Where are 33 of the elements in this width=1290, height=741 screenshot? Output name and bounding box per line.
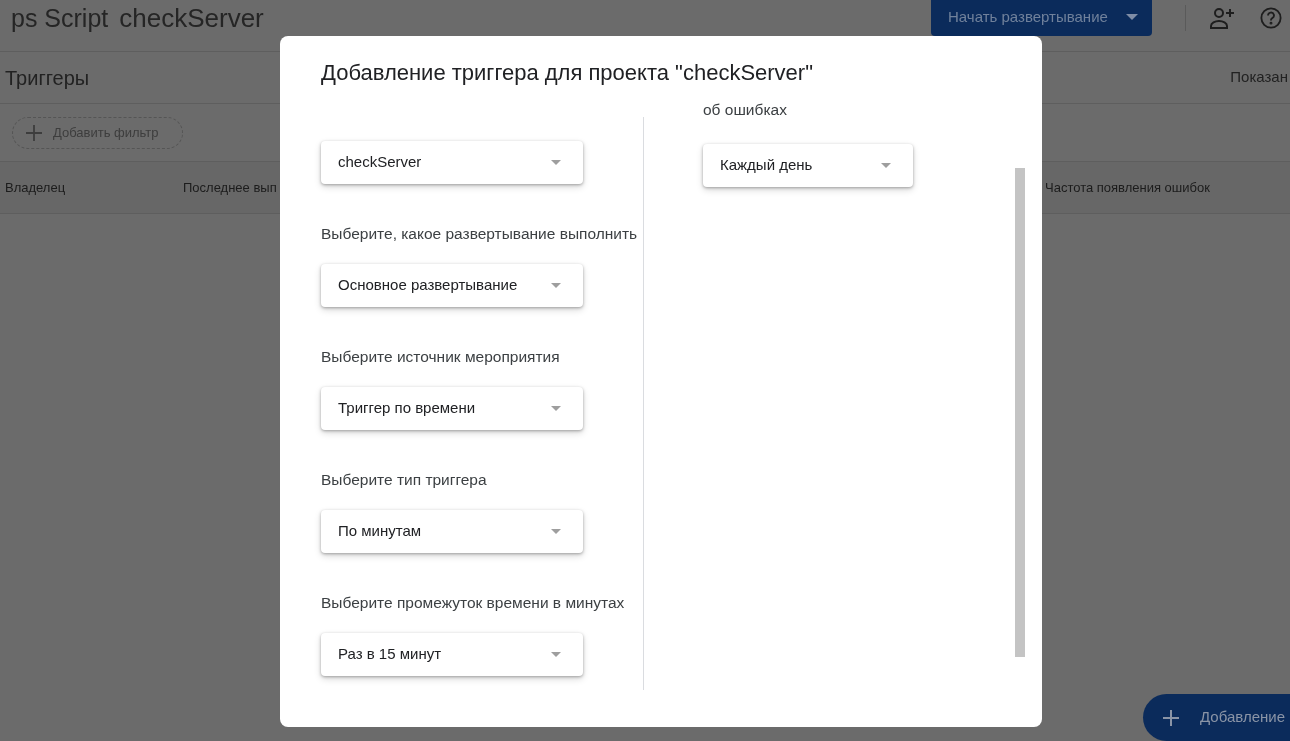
field-label: Выберите источник мероприятия [321,347,560,367]
select-dropdown[interactable]: Каждый день [703,144,913,187]
caret-icon [551,652,561,657]
scrollbar-thumb[interactable] [1015,168,1025,657]
plus-icon [26,124,42,141]
field-label: Выберите тип триггера [321,470,487,490]
select-dropdown[interactable]: Раз в 15 минут [321,633,583,676]
shown-count-text: Показан [1230,67,1289,88]
caret-icon [881,163,891,168]
help-icon[interactable] [1260,7,1282,29]
select-dropdown[interactable]: Триггер по времени [321,387,583,430]
field-label: об ошибках [703,100,787,120]
field-label: Выберите промежуток времени в минутах [321,593,625,613]
caret-icon [551,529,561,534]
caret-icon [551,283,561,288]
caret-icon [1126,14,1138,20]
field-label: Выберите, какое развертывание выполнить [321,224,638,244]
caret-icon [551,160,561,165]
deploy-button[interactable]: Начать развертывание [931,0,1152,36]
person-add-icon[interactable] [1210,7,1234,29]
select-dropdown[interactable]: Основное развертывание [321,264,583,307]
dialog-title: Добавление триггера для проекта "checkServer" [321,61,813,85]
project-name: checkServer [119,3,264,33]
select-dropdown[interactable]: По минутам [321,510,583,553]
caret-icon [551,406,561,411]
column-header: Частота появления ошибок [1045,178,1210,197]
column-header: Последнее вып [183,178,277,197]
plus-icon [1163,709,1179,726]
select-dropdown[interactable]: checkServer [321,141,583,184]
column-header: Владелец [5,178,66,197]
product-name: ps Script [11,3,109,33]
page-title: Триггеры [5,65,90,91]
add-trigger-button[interactable]: Добавление [1143,694,1290,741]
